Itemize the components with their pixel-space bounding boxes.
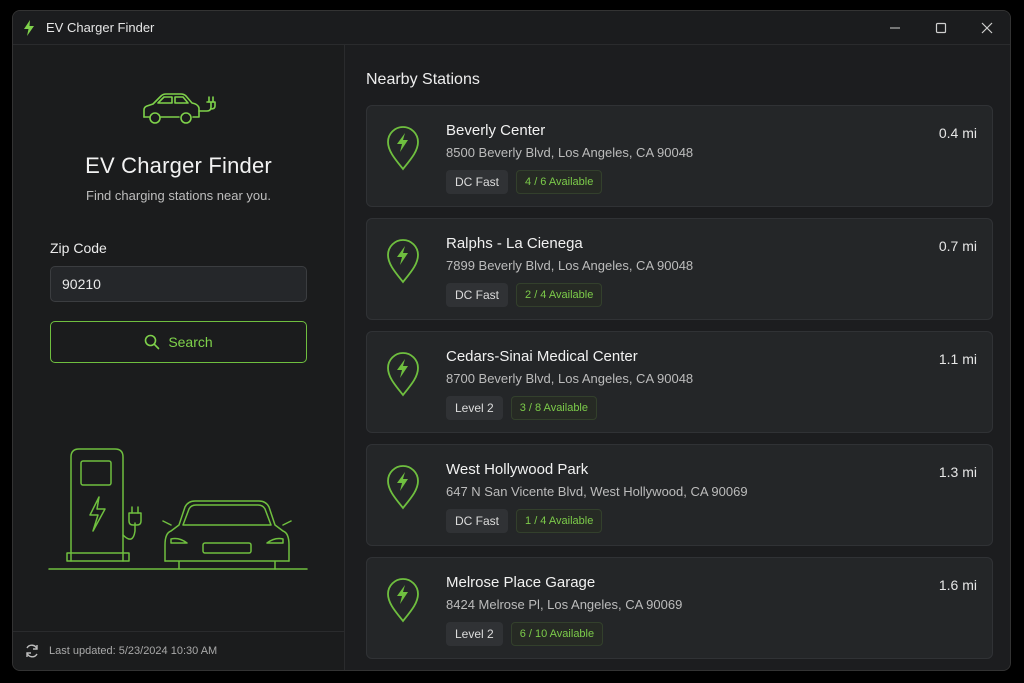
window-controls [872,11,1010,44]
availability-badge: 3 / 8 Available [510,396,597,420]
last-updated-text: Last updated: 5/23/2024 10:30 AM [49,645,218,657]
station-card[interactable]: West Hollywood Park 647 N San Vicente Bl… [366,444,993,546]
availability-badge: 1 / 4 Available [516,509,603,533]
station-distance: 1.3 mi [938,464,977,480]
station-name: Cedars-Sinai Medical Center [446,348,638,365]
sidebar-footer: Last updated: 5/23/2024 10:30 AM [13,631,344,670]
station-address: 7899 Beverly Blvd, Los Angeles, CA 90048 [446,258,694,273]
title-bar: EV Charger Finder [13,11,1010,45]
app-window: EV Charger Finder EV Charger Finder Find… [12,10,1011,671]
app-heading: EV Charger Finder [85,153,272,178]
station-distance: 1.1 mi [938,351,977,367]
station-address: 8424 Melrose Pl, Los Angeles, CA 90069 [446,597,683,612]
main-panel: Nearby Stations Beverly Center 8500 Beve… [345,45,1010,670]
minimize-button[interactable] [872,11,918,44]
availability-badge: 2 / 4 Available [516,283,603,307]
station-distance: 0.7 mi [938,238,977,254]
zip-code-label: Zip Code [50,240,107,256]
station-address: 647 N San Vicente Blvd, West Hollywood, … [446,484,748,499]
refresh-icon[interactable] [24,643,40,659]
station-card[interactable]: Cedars-Sinai Medical Center 8700 Beverly… [366,331,993,433]
charger-type-badge: Level 2 [446,622,503,646]
charger-type-badge: DC Fast [446,170,509,194]
station-address: 8500 Beverly Blvd, Los Angeles, CA 90048 [446,145,694,160]
map-pin-bolt-icon [387,126,419,171]
search-icon [145,334,160,350]
search-button[interactable]: Search [50,321,307,363]
zip-code-input[interactable] [50,266,307,302]
sidebar: EV Charger Finder Find charging stations… [13,45,345,670]
station-name: Melrose Place Garage [446,574,596,591]
charger-type-badge: DC Fast [446,509,509,533]
map-pin-bolt-icon [387,352,419,397]
station-card[interactable]: Beverly Center 8500 Beverly Blvd, Los An… [366,105,993,207]
station-distance: 1.6 mi [938,577,977,593]
search-button-label: Search [168,334,213,350]
map-pin-bolt-icon [387,239,419,284]
charger-type-badge: Level 2 [446,396,503,420]
charger-type-badge: DC Fast [446,283,509,307]
station-name: Beverly Center [446,122,546,139]
station-name: West Hollywood Park [446,461,589,478]
station-address: 8700 Beverly Blvd, Los Angeles, CA 90048 [446,371,694,386]
ev-car-plug-icon [143,93,216,124]
window-title: EV Charger Finder [46,20,155,35]
minimize-icon [890,27,900,28]
station-name: Ralphs - La Cienega [446,235,583,252]
station-card[interactable]: Melrose Place Garage 8424 Melrose Pl, Lo… [366,557,993,659]
section-title: Nearby Stations [366,71,480,88]
map-pin-bolt-icon [387,578,419,623]
maximize-button[interactable] [918,11,964,44]
map-pin-bolt-icon [387,465,419,510]
maximize-icon [935,22,947,33]
app-subtitle: Find charging stations near you. [86,188,271,203]
availability-badge: 4 / 6 Available [516,170,603,194]
station-distance: 0.4 mi [938,125,977,141]
lightning-bolt-icon [23,19,37,36]
close-button[interactable] [964,11,1010,44]
availability-badge: 6 / 10 Available [510,622,604,646]
station-list: Beverly Center 8500 Beverly Blvd, Los An… [366,105,993,670]
close-icon [981,22,993,33]
station-card[interactable]: Ralphs - La Cienega 7899 Beverly Blvd, L… [366,218,993,320]
charging-station-illustration [48,448,308,570]
